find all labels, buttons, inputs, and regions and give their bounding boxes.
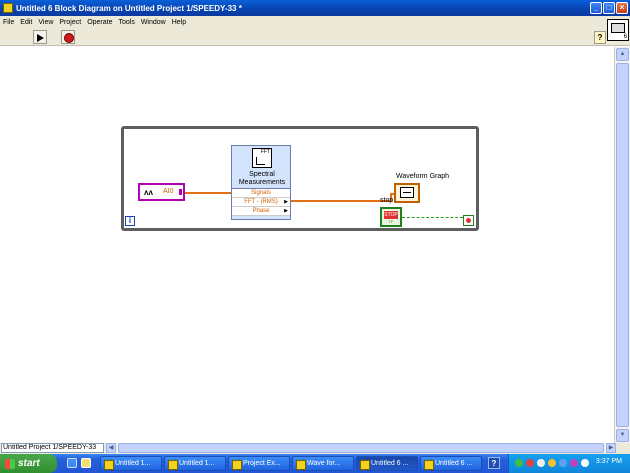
- phase-terminal-label: Phase: [252, 208, 270, 214]
- project-context-field[interactable]: Untitled Project 1/SPEEDY-33: [1, 443, 104, 453]
- vi-icon-screen: [611, 23, 625, 33]
- title-bar[interactable]: Untitled 6 Block Diagram on Untitled Pro…: [0, 0, 630, 16]
- spectral-title-line1: Spectral: [249, 171, 275, 178]
- daq-channel-label: AI0: [163, 188, 174, 195]
- signal-wire[interactable]: [185, 192, 231, 194]
- horizontal-scroll-thumb[interactable]: [118, 443, 604, 453]
- labview-window: Untitled 6 Block Diagram on Untitled Pro…: [0, 0, 630, 473]
- scroll-right-icon[interactable]: ▶: [606, 443, 616, 453]
- fft-icon: FFT: [252, 148, 272, 168]
- stop-button-terminal[interactable]: STOP TF: [380, 207, 402, 227]
- labview-app-icon: [3, 3, 13, 13]
- outlook-quicklaunch-icon[interactable]: [81, 458, 91, 468]
- close-button[interactable]: ×: [616, 2, 628, 14]
- vertical-scroll-thumb[interactable]: [616, 63, 629, 427]
- waveform-graph-label: Waveform Graph: [396, 173, 450, 180]
- menu-tools[interactable]: Tools: [118, 19, 134, 26]
- phase-output-arrow-icon: ▶: [284, 208, 288, 214]
- window-title: Untitled 6 Block Diagram on Untitled Pro…: [16, 3, 242, 13]
- stop-button-icon: STOP: [384, 211, 398, 219]
- output-terminal[interactable]: [179, 189, 182, 195]
- help-icon[interactable]: ?: [488, 457, 500, 469]
- phase-terminal[interactable]: Phase ▶: [232, 207, 290, 216]
- network-icon[interactable]: [515, 459, 523, 467]
- signals-terminal-label: Signals: [251, 190, 271, 196]
- taskbar-item[interactable]: Untitled 1...: [164, 456, 226, 471]
- windows-logo-icon: [5, 458, 15, 469]
- menu-edit[interactable]: Edit: [20, 19, 32, 26]
- windows-taskbar: start Untitled 1... Untitled 1... Projec…: [0, 454, 630, 473]
- context-help-button[interactable]: ?: [594, 31, 606, 44]
- taskbar-item-active[interactable]: Untitled 6 ...: [356, 456, 418, 471]
- clock[interactable]: 3:37 PM: [596, 458, 622, 465]
- spectral-title: Spectral Measurements: [232, 171, 292, 187]
- fft-wire[interactable]: [291, 200, 391, 202]
- window-controls: _ □ ×: [590, 2, 628, 14]
- taskbar-item[interactable]: Untitled 1...: [100, 456, 162, 471]
- boolean-tf-label: TF: [388, 219, 394, 224]
- run-arrow-icon[interactable]: [33, 30, 47, 44]
- antivirus-icon[interactable]: [548, 459, 556, 467]
- volume-icon[interactable]: [537, 459, 545, 467]
- spectral-title-line2: Measurements: [238, 179, 286, 186]
- start-label: start: [18, 458, 40, 469]
- boolean-wire[interactable]: [402, 217, 463, 218]
- fft-output-arrow-icon: ▶: [284, 199, 288, 205]
- signals-terminal[interactable]: Signals: [232, 189, 290, 198]
- stop-label: stop: [380, 197, 394, 204]
- ie-quicklaunch-icon[interactable]: [67, 458, 77, 468]
- taskbar-item[interactable]: Untitled 6 ...: [420, 456, 482, 471]
- menu-window[interactable]: Window: [141, 19, 166, 26]
- graph-icon: [400, 187, 414, 198]
- scroll-down-icon[interactable]: ▼: [616, 429, 629, 442]
- daq-analog-input-node[interactable]: ʌʌ AI0: [138, 183, 185, 201]
- menu-file[interactable]: File: [3, 19, 14, 26]
- toolbar: ?: [0, 28, 630, 46]
- security-icon[interactable]: [526, 459, 534, 467]
- spectral-measurements-express-vi[interactable]: FFT Spectral Measurements Signals FFT - …: [231, 145, 291, 220]
- waveform-icon: ʌʌ: [144, 188, 153, 197]
- vertical-scrollbar[interactable]: ▲ ▼: [614, 47, 630, 443]
- abort-execution-icon[interactable]: [61, 30, 75, 44]
- tray-app-icon[interactable]: [570, 459, 578, 467]
- minimize-button[interactable]: _: [590, 2, 602, 14]
- taskbar-item[interactable]: Project Ex...: [228, 456, 290, 471]
- loop-condition-terminal[interactable]: [463, 215, 474, 226]
- tray-util-icon[interactable]: [581, 459, 589, 467]
- vi-icon[interactable]: 6: [607, 19, 629, 41]
- menu-view[interactable]: View: [38, 19, 53, 26]
- menu-bar: File Edit View Project Operate Tools Win…: [0, 16, 630, 28]
- system-tray: 3:37 PM: [508, 454, 630, 473]
- sync-icon[interactable]: [559, 459, 567, 467]
- iteration-terminal[interactable]: i: [125, 216, 135, 226]
- maximize-button[interactable]: □: [603, 2, 615, 14]
- menu-operate[interactable]: Operate: [87, 19, 112, 26]
- fft-rms-terminal-label: FFT - (RMS): [244, 199, 278, 205]
- scroll-up-icon[interactable]: ▲: [616, 48, 629, 61]
- vi-icon-number: 6: [623, 34, 627, 40]
- menu-help[interactable]: Help: [172, 19, 186, 26]
- taskbar-item[interactable]: Wave for...: [292, 456, 354, 471]
- menu-project[interactable]: Project: [59, 19, 81, 26]
- spectral-terminals: Signals FFT - (RMS) ▶ Phase ▶: [232, 188, 290, 216]
- start-button[interactable]: start: [0, 454, 57, 473]
- horizontal-scrollbar[interactable]: ◀ ▶: [106, 443, 616, 453]
- scroll-left-icon[interactable]: ◀: [106, 443, 116, 453]
- status-bar: Untitled Project 1/SPEEDY-33 ◀ ▶: [0, 443, 630, 454]
- fft-rms-terminal[interactable]: FFT - (RMS) ▶: [232, 198, 290, 207]
- block-diagram-canvas[interactable]: [0, 47, 614, 443]
- waveform-graph-terminal[interactable]: [394, 183, 420, 203]
